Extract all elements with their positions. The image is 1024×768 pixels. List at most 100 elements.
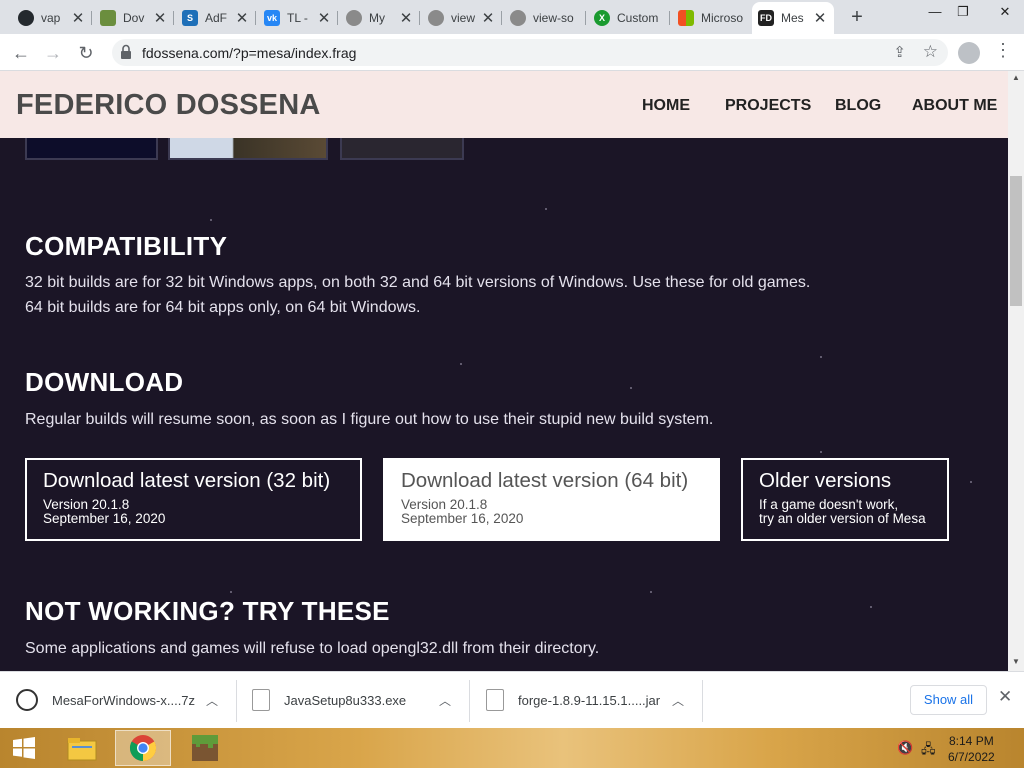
scroll-up-arrow[interactable]: ▲ <box>1011 73 1021 82</box>
close-icon[interactable]: ✕ <box>812 9 828 27</box>
back-button[interactable]: ← <box>8 40 34 66</box>
chrome-taskbar-button[interactable] <box>115 730 171 766</box>
older-versions-line2: try an older version of Mesa <box>759 511 926 526</box>
minimize-button[interactable]: — <box>920 0 950 28</box>
url-text[interactable]: fdossena.com/?p=mesa/index.frag <box>142 45 356 61</box>
browser-tab[interactable]: view-so <box>504 4 586 32</box>
tab-title: TL - <box>287 11 308 25</box>
chrome-icon <box>129 735 157 762</box>
not-working-text: Some applications and games will refuse … <box>25 640 600 657</box>
minecraft-taskbar-button[interactable] <box>177 730 233 766</box>
close-icon[interactable]: ✕ <box>398 9 414 27</box>
adfly-icon: S <box>182 10 198 26</box>
browser-tab[interactable]: Microso <box>672 4 752 32</box>
browser-tab[interactable]: vap ✕ <box>12 4 92 32</box>
older-versions-button[interactable]: Older versions If a game doesn't work, t… <box>741 458 949 541</box>
installer-file-icon <box>252 689 270 711</box>
browser-menu-icon[interactable]: ⋮ <box>994 40 1012 61</box>
fd-icon: FD <box>758 10 774 26</box>
download-note: Regular builds will resume soon, as soon… <box>25 411 714 428</box>
compatibility-heading: COMPATIBILITY <box>25 231 228 261</box>
download-32bit-date: September 16, 2020 <box>43 511 166 526</box>
download-filename: MesaForWindows-x....7z <box>52 692 196 708</box>
system-clock[interactable]: 8:14 PM 6/7/2022 <box>948 733 995 765</box>
folder-icon <box>67 738 97 761</box>
forward-button[interactable]: → <box>40 40 66 66</box>
close-icon[interactable]: ✕ <box>70 9 86 27</box>
close-icon[interactable]: ✕ <box>480 9 496 27</box>
background-star <box>545 208 547 210</box>
compatibility-text-1: 32 bit builds are for 32 bit Windows app… <box>25 274 811 291</box>
background-star <box>820 451 822 453</box>
tab-title: view-so <box>533 11 574 25</box>
start-button[interactable] <box>0 730 48 766</box>
download-64bit-button[interactable]: Download latest version (64 bit) Version… <box>383 458 720 541</box>
divider <box>702 680 703 722</box>
file-icon <box>486 689 504 711</box>
download-64bit-date: September 16, 2020 <box>401 511 524 526</box>
volume-muted-icon[interactable]: 🔇 <box>897 740 913 756</box>
download-64bit-title: Download latest version (64 bit) <box>401 469 689 492</box>
chevron-up-icon[interactable]: ︿ <box>206 692 218 709</box>
globe-icon <box>510 10 526 26</box>
site-title[interactable]: FEDERICO DOSSENA <box>16 89 321 122</box>
browser-tab[interactable]: vk TL - ✕ <box>258 4 338 32</box>
archive-file-icon <box>16 689 38 711</box>
browser-tab[interactable]: X Custom <box>588 4 670 32</box>
profile-avatar[interactable] <box>958 42 980 64</box>
download-item[interactable]: forge-1.8.9-11.15.1.....jar ︿ <box>486 678 696 722</box>
lock-icon[interactable] <box>120 44 132 60</box>
address-bar[interactable]: fdossena.com/?p=mesa/index.frag ⇪ ☆ <box>112 39 948 66</box>
chevron-up-icon[interactable]: ︿ <box>439 692 451 709</box>
show-all-button[interactable]: Show all <box>910 685 987 715</box>
download-filename: forge-1.8.9-11.15.1.....jar <box>518 692 661 708</box>
screenshot-thumbnail[interactable] <box>25 138 158 160</box>
browser-toolbar: ← → ↻ fdossena.com/?p=mesa/index.frag ⇪ … <box>0 34 1024 71</box>
compatibility-text-2: 64 bit builds are for 64 bit apps only, … <box>25 299 421 316</box>
background-star <box>650 591 652 593</box>
close-icon[interactable]: ✕ <box>234 9 250 27</box>
download-64bit-version: Version 20.1.8 <box>401 497 488 512</box>
share-icon[interactable]: ⇪ <box>893 43 906 61</box>
downloads-shelf: MesaForWindows-x....7z ︿ JavaSetup8u333.… <box>0 671 1024 728</box>
nav-about-me[interactable]: ABOUT ME <box>912 97 997 115</box>
windows-taskbar: 🔇 🖧 8:14 PM 6/7/2022 <box>0 728 1024 768</box>
nav-projects[interactable]: PROJECTS <box>725 97 811 115</box>
nav-blog[interactable]: BLOG <box>835 97 881 115</box>
browser-tab[interactable]: S AdF ✕ <box>176 4 256 32</box>
tab-title: Custom <box>617 11 659 25</box>
file-explorer-button[interactable] <box>54 730 110 766</box>
download-item[interactable]: JavaSetup8u333.exe ︿ <box>252 678 462 722</box>
screenshot-thumbnail[interactable] <box>168 138 328 160</box>
browser-tab[interactable]: view ✕ <box>422 4 502 32</box>
bookmark-star-icon[interactable]: ☆ <box>923 42 938 62</box>
web-page: FEDERICO DOSSENA HOME PROJECTS BLOG ABOU… <box>0 71 1008 671</box>
site-header: FEDERICO DOSSENA HOME PROJECTS BLOG ABOU… <box>0 71 1008 138</box>
scrollbar-thumb[interactable] <box>1010 176 1022 306</box>
download-32bit-button[interactable]: Download latest version (32 bit) Version… <box>25 458 362 541</box>
page-scrollbar[interactable]: ▲ ▼ <box>1008 71 1024 671</box>
browser-tab[interactable]: Dov ✕ <box>94 4 174 32</box>
close-icon[interactable]: ✕ <box>998 687 1012 707</box>
browser-tab[interactable]: My ✕ <box>340 4 420 32</box>
background-star <box>460 363 462 365</box>
divider <box>469 680 470 722</box>
network-icon[interactable]: 🖧 <box>921 740 936 762</box>
chevron-up-icon[interactable]: ︿ <box>672 692 684 709</box>
scroll-down-arrow[interactable]: ▼ <box>1011 657 1021 666</box>
restore-button[interactable]: ❐ <box>948 0 978 28</box>
close-icon[interactable]: ✕ <box>152 9 168 27</box>
background-star <box>230 591 232 593</box>
xbox-icon: X <box>594 10 610 26</box>
nav-home[interactable]: HOME <box>642 97 690 115</box>
tab-title: AdF <box>205 11 228 25</box>
reload-button[interactable]: ↻ <box>73 40 99 66</box>
tab-strip: vap ✕ Dov ✕ S AdF ✕ vk TL - ✕ My ✕ view … <box>0 0 1024 34</box>
window-close-button[interactable]: ✕ <box>990 0 1020 28</box>
browser-tab-active[interactable]: FD Mes ✕ <box>752 2 834 34</box>
not-working-heading: NOT WORKING? TRY THESE <box>25 596 390 626</box>
close-icon[interactable]: ✕ <box>316 9 332 27</box>
screenshot-thumbnail[interactable] <box>340 138 464 160</box>
new-tab-button[interactable]: + <box>846 6 868 28</box>
download-item[interactable]: MesaForWindows-x....7z ︿ <box>16 678 226 722</box>
